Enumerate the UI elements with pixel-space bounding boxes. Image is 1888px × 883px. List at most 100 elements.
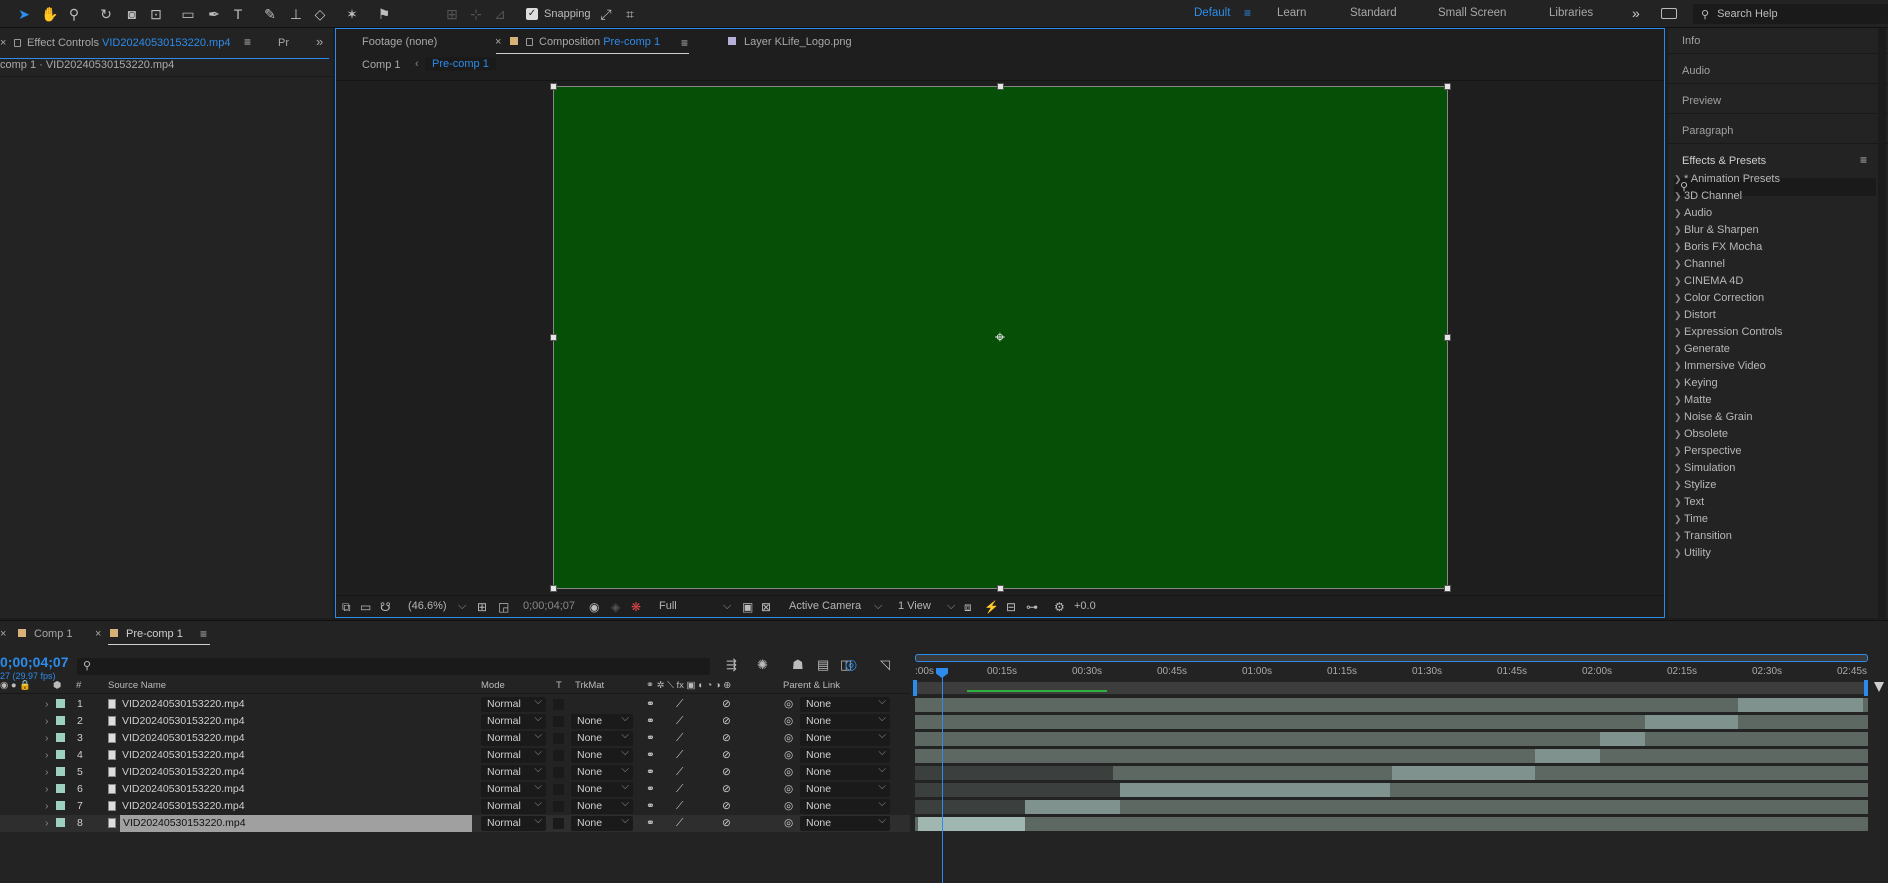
layer-source-name[interactable]: VID20240530153220.mp4 bbox=[122, 749, 245, 761]
effects-category-item[interactable]: ❯ Audio bbox=[1674, 207, 1712, 219]
mask-visibility-icon[interactable]: ☋ bbox=[380, 600, 391, 614]
composition-panel-menu-icon[interactable]: ≡ bbox=[681, 36, 688, 50]
layer-parent-dropdown[interactable]: None bbox=[800, 694, 890, 712]
transform-handle-tl[interactable] bbox=[550, 83, 557, 90]
layer-trkmat-dropdown[interactable]: None bbox=[571, 728, 633, 746]
layer-row[interactable]: › 8 VID20240530153220.mp4 Normal None ⚭ ⟋ ⊘ ◎ Non… bbox=[0, 813, 910, 832]
transform-handle-tr[interactable] bbox=[1444, 83, 1451, 90]
motion-blur-switch-icon[interactable]: ⊘ bbox=[722, 766, 731, 778]
preserve-transparency-checkbox[interactable] bbox=[553, 818, 564, 829]
effects-category-item[interactable]: ❯ Matte bbox=[1674, 394, 1712, 406]
quality-switch-icon[interactable]: ⟋ bbox=[676, 732, 683, 745]
preserve-transparency-checkbox[interactable] bbox=[553, 733, 564, 744]
workspace-libraries[interactable]: Libraries bbox=[1549, 7, 1593, 19]
end-marker-icon[interactable] bbox=[1874, 682, 1884, 692]
twirl-chevron-icon[interactable]: › bbox=[45, 732, 49, 744]
twirl-chevron-icon[interactable]: › bbox=[45, 715, 49, 727]
layer-duration-bar[interactable] bbox=[915, 698, 1868, 712]
layer-row[interactable]: › 6 VID20240530153220.mp4 Normal None ⚭ ⟋ ⊘ ◎ Non… bbox=[0, 779, 910, 798]
twirl-chevron-icon[interactable]: › bbox=[45, 698, 49, 710]
effects-presets-title[interactable]: Effects & Presets bbox=[1682, 155, 1766, 167]
safe-margins-icon[interactable]: ⊞ bbox=[477, 600, 487, 614]
layer-row[interactable]: › 2 VID20240530153220.mp4 Normal None ⚭ ⟋ ⊘ ◎ Non… bbox=[0, 711, 910, 730]
quality-switch-icon[interactable]: ⟋ bbox=[676, 749, 683, 762]
motion-blur-switch-icon[interactable]: ⊘ bbox=[722, 715, 731, 727]
layer-duration-bar[interactable] bbox=[915, 800, 1025, 814]
view-layout-dropdown[interactable]: 1 View bbox=[898, 600, 931, 612]
motion-blur-switch-icon[interactable]: ⊘ bbox=[722, 732, 731, 744]
effects-category-item[interactable]: ❯ Channel bbox=[1674, 258, 1725, 270]
pan-behind-tool-icon[interactable]: ⊡ bbox=[146, 4, 166, 24]
transform-handle-bl[interactable] bbox=[550, 585, 557, 592]
snap-edges-icon[interactable]: ⤢ bbox=[596, 4, 616, 24]
more-tabs-icon[interactable]: » bbox=[316, 34, 323, 49]
shy-switch-icon[interactable]: ⚭ bbox=[646, 817, 655, 829]
layer-trkmat-dropdown[interactable]: None bbox=[571, 796, 633, 814]
transparency-toggle-icon[interactable]: ⊠ bbox=[761, 600, 771, 614]
layer-trkmat-dropdown[interactable]: None bbox=[571, 745, 633, 763]
close-tab-icon[interactable]: × bbox=[0, 628, 6, 640]
exposure-icon[interactable]: ⚙ bbox=[1054, 600, 1065, 614]
layer-mode-dropdown[interactable]: Normal bbox=[481, 813, 546, 831]
layer-row[interactable]: › 4 VID20240530153220.mp4 Normal None ⚭ ⟋ ⊘ ◎ Non… bbox=[0, 745, 910, 764]
quality-switch-icon[interactable]: ⟋ bbox=[676, 698, 683, 711]
effects-category-item[interactable]: ❯ Stylize bbox=[1674, 479, 1716, 491]
breadcrumb-comp-1[interactable]: Comp 1 bbox=[362, 59, 401, 71]
tab-layer[interactable]: Layer KLife_Logo.png bbox=[728, 36, 852, 48]
tab-footage[interactable]: Footage (none) bbox=[362, 36, 437, 48]
effects-category-item[interactable]: ❯ Boris FX Mocha bbox=[1674, 241, 1762, 253]
layer-mode-dropdown[interactable]: Normal bbox=[481, 728, 546, 746]
time-navigator-bar[interactable] bbox=[915, 654, 1868, 662]
layer-parent-dropdown[interactable]: None bbox=[800, 779, 890, 797]
effects-category-item[interactable]: ❯ Generate bbox=[1674, 343, 1730, 355]
layer-duration-bar[interactable] bbox=[1535, 749, 1600, 763]
effects-category-item[interactable]: ❯ Keying bbox=[1674, 377, 1718, 389]
show-snapshot-icon[interactable]: ◈ bbox=[611, 600, 620, 614]
layer-trkmat-dropdown[interactable]: None bbox=[571, 813, 633, 831]
hand-tool-icon[interactable]: ✋ bbox=[40, 4, 60, 24]
quality-switch-icon[interactable]: ⟋ bbox=[676, 715, 683, 728]
color-channels-icon[interactable]: ❋ bbox=[631, 600, 641, 614]
layer-mode-dropdown[interactable]: Normal bbox=[481, 745, 546, 763]
workspace-default[interactable]: Default bbox=[1194, 7, 1230, 19]
layer-mode-dropdown[interactable]: Normal bbox=[481, 694, 546, 712]
layer-label-color[interactable] bbox=[56, 818, 65, 827]
current-time-display[interactable]: 0;00;04;07 bbox=[523, 600, 575, 612]
motion-blur-switch-icon[interactable]: ⊘ bbox=[722, 698, 731, 710]
layer-source-name[interactable]: VID20240530153220.mp4 bbox=[122, 800, 245, 812]
workspace-resize-icon[interactable] bbox=[1661, 8, 1677, 19]
effects-category-item[interactable]: ❯ Blur & Sharpen bbox=[1674, 224, 1759, 236]
layer-parent-dropdown[interactable]: None bbox=[800, 762, 890, 780]
motion-blur-switch-icon[interactable]: ⊘ bbox=[722, 749, 731, 761]
layer-label-color[interactable] bbox=[56, 733, 65, 742]
quality-switch-icon[interactable]: ⟋ bbox=[676, 783, 683, 796]
motion-blur-switch-icon[interactable]: ⊘ bbox=[722, 817, 731, 829]
snap-grid-icon[interactable]: ⌗ bbox=[620, 4, 640, 24]
puppet-pin-tool-icon[interactable]: ⚑ bbox=[374, 4, 394, 24]
frame-blending-icon[interactable]: ▤ bbox=[817, 657, 829, 673]
close-comp-tab-icon[interactable]: × bbox=[495, 36, 501, 48]
motion-blur-switch-icon[interactable]: ⊘ bbox=[722, 800, 731, 812]
quality-switch-icon[interactable]: ⟋ bbox=[676, 800, 683, 813]
preserve-transparency-checkbox[interactable] bbox=[553, 750, 564, 761]
right-panel-scrollbar[interactable] bbox=[1878, 28, 1886, 618]
twirl-chevron-icon[interactable]: › bbox=[45, 817, 49, 829]
parent-pickwhip-icon[interactable]: ◎ bbox=[784, 817, 793, 829]
snapping-checkbox[interactable]: ✓ bbox=[526, 8, 538, 20]
shy-switch-icon[interactable]: ⚭ bbox=[646, 783, 655, 795]
parent-pickwhip-icon[interactable]: ◎ bbox=[784, 732, 793, 744]
zoom-tool-icon[interactable]: ⚲ bbox=[64, 4, 84, 24]
time-navigator-range[interactable] bbox=[915, 654, 1868, 662]
layer-parent-dropdown[interactable]: None bbox=[800, 796, 890, 814]
info-panel-tab[interactable]: Info bbox=[1682, 35, 1700, 47]
graph-editor-icon[interactable]: ◹ bbox=[880, 657, 890, 673]
tab-project[interactable]: Pr bbox=[278, 37, 289, 49]
transform-handle-bc[interactable] bbox=[997, 585, 1004, 592]
effects-category-item[interactable]: ❯ 3D Channel bbox=[1674, 190, 1742, 202]
work-area-start-handle[interactable] bbox=[913, 680, 917, 696]
layer-trkmat-dropdown[interactable]: None bbox=[571, 779, 633, 797]
parent-pickwhip-icon[interactable]: ◎ bbox=[784, 698, 793, 710]
clone-stamp-tool-icon[interactable]: ⊥ bbox=[286, 4, 306, 24]
timeline-search-input[interactable]: ⚲ bbox=[77, 658, 710, 675]
more-workspaces-icon[interactable]: » bbox=[1632, 5, 1640, 21]
